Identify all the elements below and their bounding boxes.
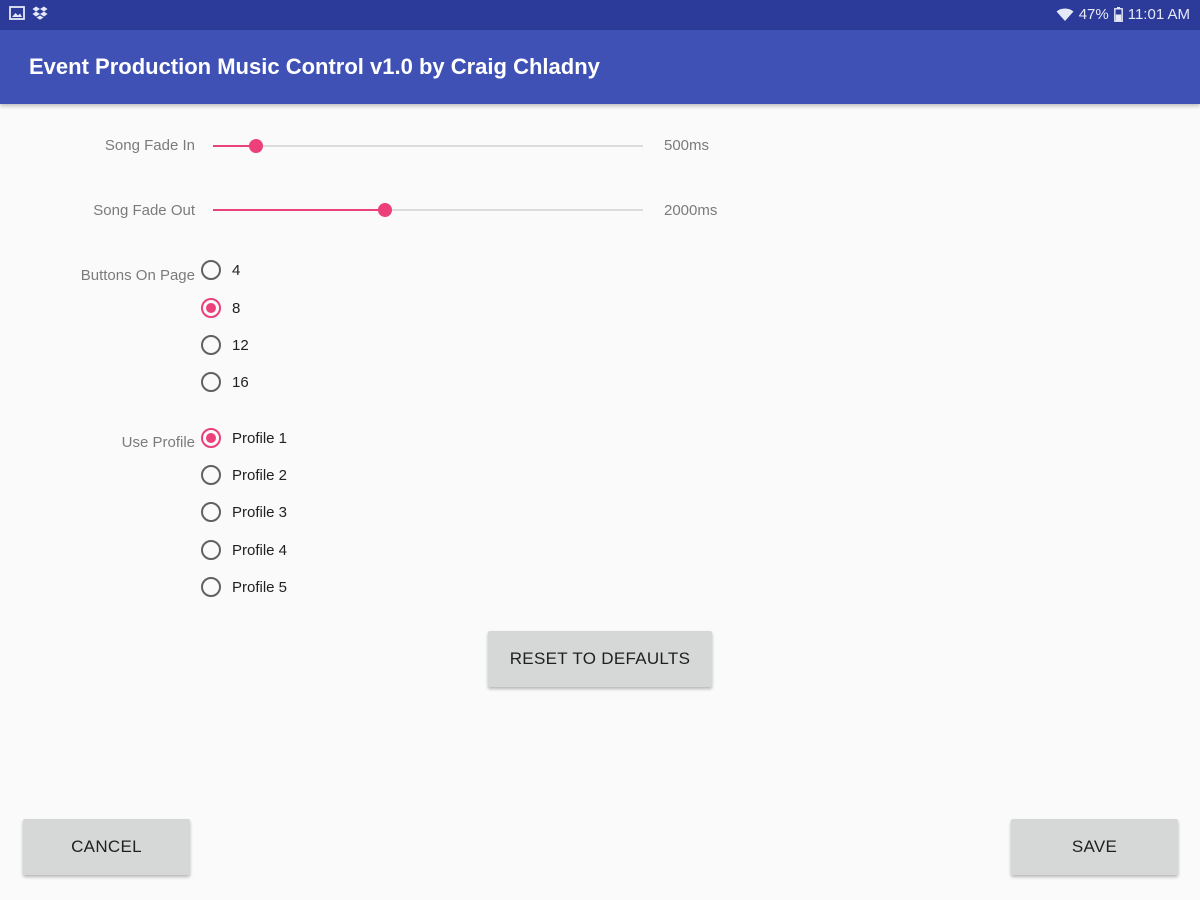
buttons-option-label: 12 bbox=[232, 336, 249, 354]
status-bar: 47% 11:01 AM bbox=[0, 0, 1200, 30]
profile-option-radio[interactable]: Profile 5 bbox=[201, 574, 287, 600]
radio-circle bbox=[201, 540, 221, 560]
fade-in-track bbox=[213, 145, 643, 147]
profile-option-radio[interactable]: Profile 2 bbox=[201, 462, 287, 488]
battery-icon bbox=[1113, 7, 1123, 22]
buttons-option-radio[interactable]: 4 bbox=[201, 257, 240, 283]
fade-in-label: Song Fade In bbox=[104, 137, 195, 154]
reset-to-defaults-button[interactable]: RESET TO DEFAULTS bbox=[488, 631, 712, 687]
radio-circle bbox=[201, 502, 221, 522]
app-bar: Event Production Music Control v1.0 by C… bbox=[0, 30, 1200, 104]
fade-out-label: Song Fade Out bbox=[93, 202, 195, 219]
buttons-option-radio[interactable]: 12 bbox=[201, 332, 249, 358]
radio-circle bbox=[201, 465, 221, 485]
dropbox-icon bbox=[32, 6, 48, 20]
radio-circle bbox=[201, 372, 221, 392]
buttons-option-label: 8 bbox=[232, 299, 241, 317]
wifi-icon bbox=[1056, 8, 1074, 21]
radio-circle bbox=[201, 577, 221, 597]
image-icon bbox=[9, 6, 25, 20]
fade-out-thumb[interactable] bbox=[378, 203, 392, 217]
profile-option-label: Profile 5 bbox=[232, 578, 288, 596]
buttons-on-page-label: Buttons On Page bbox=[80, 267, 195, 284]
radio-circle bbox=[201, 335, 221, 355]
profile-option-radio[interactable]: Profile 3 bbox=[201, 499, 287, 525]
profile-option-radio[interactable]: Profile 4 bbox=[201, 537, 287, 563]
battery-percentage: 47% bbox=[1078, 6, 1109, 23]
status-time: 11:01 AM bbox=[1127, 6, 1190, 23]
fade-in-thumb[interactable] bbox=[249, 139, 263, 153]
fade-in-value: 500ms bbox=[664, 137, 710, 154]
buttons-option-label: 4 bbox=[232, 261, 241, 279]
fade-out-value: 2000ms bbox=[664, 202, 718, 219]
fade-out-slider[interactable] bbox=[213, 200, 643, 220]
profile-option-label: Profile 1 bbox=[232, 429, 288, 447]
fade-in-slider[interactable] bbox=[213, 136, 643, 156]
profile-option-radio[interactable]: Profile 1 bbox=[201, 425, 287, 451]
profile-option-label: Profile 4 bbox=[232, 541, 288, 559]
fade-out-fill bbox=[213, 209, 385, 211]
buttons-option-radio[interactable]: 8 bbox=[201, 295, 240, 321]
buttons-option-label: 16 bbox=[232, 373, 249, 391]
save-button[interactable]: SAVE bbox=[1011, 819, 1178, 875]
radio-circle bbox=[201, 298, 221, 318]
fade-out-track bbox=[213, 209, 643, 211]
cancel-button[interactable]: CANCEL bbox=[23, 819, 190, 875]
radio-circle bbox=[201, 428, 221, 448]
buttons-option-radio[interactable]: 16 bbox=[201, 369, 249, 395]
radio-circle bbox=[201, 260, 221, 280]
profile-option-label: Profile 3 bbox=[232, 503, 288, 521]
use-profile-label: Use Profile bbox=[121, 434, 195, 451]
app-title: Event Production Music Control v1.0 by C… bbox=[29, 54, 600, 79]
profile-option-label: Profile 2 bbox=[232, 466, 288, 484]
